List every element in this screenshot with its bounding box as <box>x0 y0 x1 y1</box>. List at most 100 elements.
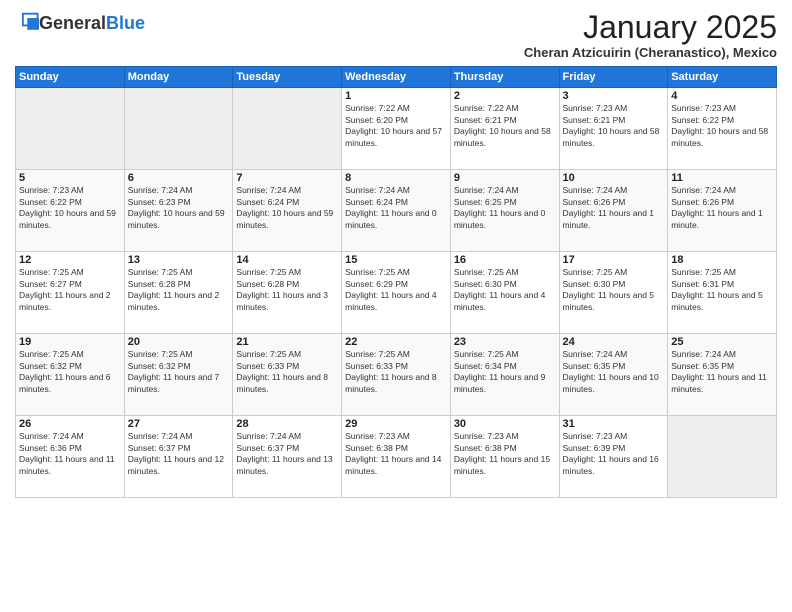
table-cell: 18 Sunrise: 7:25 AM Sunset: 6:31 PM Dayl… <box>668 252 777 334</box>
table-cell: 24 Sunrise: 7:24 AM Sunset: 6:35 PM Dayl… <box>559 334 668 416</box>
day-info: Sunrise: 7:24 AM Sunset: 6:24 PM Dayligh… <box>236 185 338 231</box>
day-info: Sunrise: 7:25 AM Sunset: 6:32 PM Dayligh… <box>19 349 121 395</box>
table-cell: 30 Sunrise: 7:23 AM Sunset: 6:38 PM Dayl… <box>450 416 559 498</box>
day-info: Sunrise: 7:24 AM Sunset: 6:24 PM Dayligh… <box>345 185 447 231</box>
day-info: Sunrise: 7:25 AM Sunset: 6:34 PM Dayligh… <box>454 349 556 395</box>
day-number: 25 <box>671 336 773 348</box>
day-number: 16 <box>454 254 556 266</box>
day-info: Sunrise: 7:25 AM Sunset: 6:30 PM Dayligh… <box>563 267 665 313</box>
table-cell: 25 Sunrise: 7:24 AM Sunset: 6:35 PM Dayl… <box>668 334 777 416</box>
table-cell: 11 Sunrise: 7:24 AM Sunset: 6:26 PM Dayl… <box>668 170 777 252</box>
table-cell: 13 Sunrise: 7:25 AM Sunset: 6:28 PM Dayl… <box>124 252 233 334</box>
day-info: Sunrise: 7:24 AM Sunset: 6:36 PM Dayligh… <box>19 431 121 477</box>
day-number: 1 <box>345 90 447 102</box>
table-cell: 28 Sunrise: 7:24 AM Sunset: 6:37 PM Dayl… <box>233 416 342 498</box>
day-info: Sunrise: 7:25 AM Sunset: 6:33 PM Dayligh… <box>345 349 447 395</box>
day-number: 9 <box>454 172 556 184</box>
day-number: 26 <box>19 418 121 430</box>
table-cell: 19 Sunrise: 7:25 AM Sunset: 6:32 PM Dayl… <box>16 334 125 416</box>
table-cell: 5 Sunrise: 7:23 AM Sunset: 6:22 PM Dayli… <box>16 170 125 252</box>
table-cell: 20 Sunrise: 7:25 AM Sunset: 6:32 PM Dayl… <box>124 334 233 416</box>
day-number: 14 <box>236 254 338 266</box>
day-number: 5 <box>19 172 121 184</box>
day-number: 15 <box>345 254 447 266</box>
day-number: 23 <box>454 336 556 348</box>
day-info: Sunrise: 7:24 AM Sunset: 6:26 PM Dayligh… <box>563 185 665 231</box>
table-cell: 31 Sunrise: 7:23 AM Sunset: 6:39 PM Dayl… <box>559 416 668 498</box>
table-cell: 2 Sunrise: 7:22 AM Sunset: 6:21 PM Dayli… <box>450 88 559 170</box>
day-info: Sunrise: 7:25 AM Sunset: 6:30 PM Dayligh… <box>454 267 556 313</box>
table-cell: 29 Sunrise: 7:23 AM Sunset: 6:38 PM Dayl… <box>342 416 451 498</box>
day-number: 18 <box>671 254 773 266</box>
day-info: Sunrise: 7:22 AM Sunset: 6:20 PM Dayligh… <box>345 103 447 149</box>
table-cell: 15 Sunrise: 7:25 AM Sunset: 6:29 PM Dayl… <box>342 252 451 334</box>
logo: GeneralBlue <box>15 10 145 37</box>
day-info: Sunrise: 7:24 AM Sunset: 6:37 PM Dayligh… <box>236 431 338 477</box>
table-cell: 21 Sunrise: 7:25 AM Sunset: 6:33 PM Dayl… <box>233 334 342 416</box>
day-number: 30 <box>454 418 556 430</box>
day-info: Sunrise: 7:24 AM Sunset: 6:37 PM Dayligh… <box>128 431 230 477</box>
day-info: Sunrise: 7:25 AM Sunset: 6:31 PM Dayligh… <box>671 267 773 313</box>
day-number: 6 <box>128 172 230 184</box>
day-number: 22 <box>345 336 447 348</box>
day-info: Sunrise: 7:23 AM Sunset: 6:39 PM Dayligh… <box>563 431 665 477</box>
table-cell: 26 Sunrise: 7:24 AM Sunset: 6:36 PM Dayl… <box>16 416 125 498</box>
table-cell: 8 Sunrise: 7:24 AM Sunset: 6:24 PM Dayli… <box>342 170 451 252</box>
day-number: 10 <box>563 172 665 184</box>
day-number: 31 <box>563 418 665 430</box>
header-monday: Monday <box>124 67 233 88</box>
month-title: January 2025 <box>524 10 777 45</box>
table-cell: 4 Sunrise: 7:23 AM Sunset: 6:22 PM Dayli… <box>668 88 777 170</box>
day-info: Sunrise: 7:25 AM Sunset: 6:33 PM Dayligh… <box>236 349 338 395</box>
table-cell: 6 Sunrise: 7:24 AM Sunset: 6:23 PM Dayli… <box>124 170 233 252</box>
day-info: Sunrise: 7:25 AM Sunset: 6:29 PM Dayligh… <box>345 267 447 313</box>
table-cell: 16 Sunrise: 7:25 AM Sunset: 6:30 PM Dayl… <box>450 252 559 334</box>
day-number: 8 <box>345 172 447 184</box>
day-info: Sunrise: 7:25 AM Sunset: 6:28 PM Dayligh… <box>236 267 338 313</box>
day-info: Sunrise: 7:23 AM Sunset: 6:21 PM Dayligh… <box>563 103 665 149</box>
table-cell <box>233 88 342 170</box>
table-cell <box>668 416 777 498</box>
header-friday: Friday <box>559 67 668 88</box>
day-info: Sunrise: 7:23 AM Sunset: 6:38 PM Dayligh… <box>454 431 556 477</box>
header-thursday: Thursday <box>450 67 559 88</box>
table-cell: 14 Sunrise: 7:25 AM Sunset: 6:28 PM Dayl… <box>233 252 342 334</box>
day-info: Sunrise: 7:24 AM Sunset: 6:35 PM Dayligh… <box>563 349 665 395</box>
table-cell: 10 Sunrise: 7:24 AM Sunset: 6:26 PM Dayl… <box>559 170 668 252</box>
day-number: 7 <box>236 172 338 184</box>
table-cell: 3 Sunrise: 7:23 AM Sunset: 6:21 PM Dayli… <box>559 88 668 170</box>
day-number: 17 <box>563 254 665 266</box>
header-wednesday: Wednesday <box>342 67 451 88</box>
location-title: Cheran Atzicuirin (Cheranastico), Mexico <box>524 45 777 60</box>
table-cell: 22 Sunrise: 7:25 AM Sunset: 6:33 PM Dayl… <box>342 334 451 416</box>
table-cell: 12 Sunrise: 7:25 AM Sunset: 6:27 PM Dayl… <box>16 252 125 334</box>
day-info: Sunrise: 7:23 AM Sunset: 6:22 PM Dayligh… <box>671 103 773 149</box>
day-info: Sunrise: 7:23 AM Sunset: 6:38 PM Dayligh… <box>345 431 447 477</box>
table-cell: 7 Sunrise: 7:24 AM Sunset: 6:24 PM Dayli… <box>233 170 342 252</box>
day-info: Sunrise: 7:22 AM Sunset: 6:21 PM Dayligh… <box>454 103 556 149</box>
day-number: 4 <box>671 90 773 102</box>
day-number: 21 <box>236 336 338 348</box>
day-info: Sunrise: 7:24 AM Sunset: 6:26 PM Dayligh… <box>671 185 773 231</box>
table-cell: 23 Sunrise: 7:25 AM Sunset: 6:34 PM Dayl… <box>450 334 559 416</box>
day-info: Sunrise: 7:24 AM Sunset: 6:25 PM Dayligh… <box>454 185 556 231</box>
day-number: 11 <box>671 172 773 184</box>
logo-general-text: General <box>39 13 106 33</box>
day-number: 20 <box>128 336 230 348</box>
table-cell: 17 Sunrise: 7:25 AM Sunset: 6:30 PM Dayl… <box>559 252 668 334</box>
day-info: Sunrise: 7:24 AM Sunset: 6:35 PM Dayligh… <box>671 349 773 395</box>
logo-blue-text: Blue <box>106 13 145 33</box>
day-number: 13 <box>128 254 230 266</box>
day-number: 12 <box>19 254 121 266</box>
header-tuesday: Tuesday <box>233 67 342 88</box>
day-info: Sunrise: 7:25 AM Sunset: 6:32 PM Dayligh… <box>128 349 230 395</box>
table-cell: 27 Sunrise: 7:24 AM Sunset: 6:37 PM Dayl… <box>124 416 233 498</box>
day-number: 29 <box>345 418 447 430</box>
table-cell: 9 Sunrise: 7:24 AM Sunset: 6:25 PM Dayli… <box>450 170 559 252</box>
day-number: 2 <box>454 90 556 102</box>
table-cell <box>124 88 233 170</box>
table-cell: 1 Sunrise: 7:22 AM Sunset: 6:20 PM Dayli… <box>342 88 451 170</box>
day-number: 24 <box>563 336 665 348</box>
day-info: Sunrise: 7:25 AM Sunset: 6:27 PM Dayligh… <box>19 267 121 313</box>
header-saturday: Saturday <box>668 67 777 88</box>
